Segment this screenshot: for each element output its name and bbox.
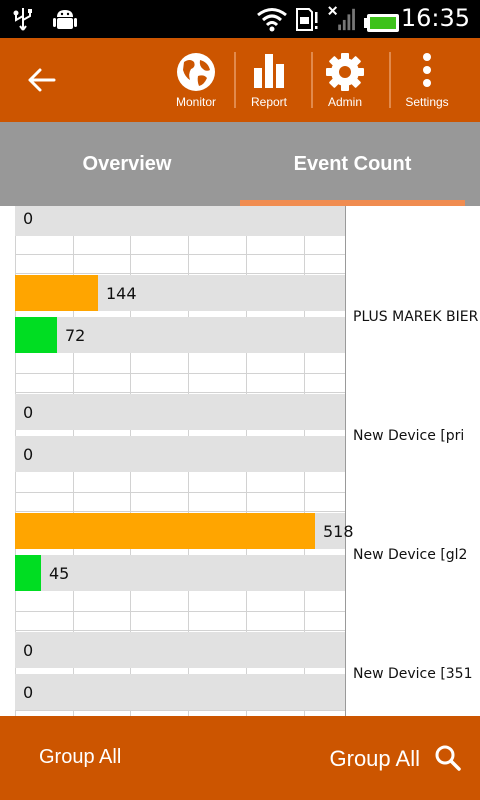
wifi-icon (257, 8, 287, 32)
status-bar: 16:35 (0, 0, 480, 38)
device-label: New Device [pri (353, 428, 465, 444)
gear-icon (326, 53, 364, 91)
more-vert-icon (423, 53, 431, 87)
device-label: New Device [351 (353, 666, 473, 682)
bar-value-label: 518 (323, 522, 354, 541)
bar-value-label: 0 (23, 403, 34, 422)
bar-orange[interactable] (15, 275, 98, 311)
event-count-chart[interactable]: 0 144 72 0 0 518 45 0 0 PLUS MAREK BIER New Devi… (0, 206, 480, 716)
bar-value-label: 0 (23, 209, 34, 228)
bar-track (15, 436, 345, 472)
android-debug-icon (53, 10, 77, 29)
tab-overview[interactable]: Overview (0, 122, 254, 206)
bar-track (15, 394, 345, 430)
tab-bar: Overview Event Count (0, 122, 480, 206)
report-button[interactable]: Report (231, 38, 307, 122)
bar-track (15, 206, 345, 236)
back-arrow-icon[interactable] (18, 60, 68, 100)
globe-icon (177, 53, 215, 91)
bar-orange[interactable] (15, 513, 315, 549)
bar-track (15, 632, 345, 668)
settings-button[interactable]: Settings (389, 38, 465, 122)
bar-green[interactable] (15, 555, 41, 591)
bar-chart-icon (254, 54, 284, 88)
bar-value-label: 0 (23, 445, 34, 464)
monitor-button[interactable]: Monitor (158, 38, 234, 122)
bar-value-label: 72 (65, 326, 86, 345)
bar-value-label: 0 (23, 683, 34, 702)
bar-value-label: 45 (49, 564, 70, 583)
bar-value-label: 0 (23, 641, 34, 660)
chart-axis-line (345, 206, 346, 716)
group-all-right-button[interactable]: Group All (330, 746, 421, 772)
battery-icon (364, 14, 399, 32)
device-label: PLUS MAREK BIER (353, 309, 479, 325)
bottom-bar: Group All Group All (0, 716, 480, 800)
no-signal-icon (328, 6, 355, 31)
usb-icon (13, 8, 32, 31)
monitor-label: Monitor (175, 95, 216, 109)
bar-value-label: 144 (106, 284, 137, 303)
admin-button[interactable]: Admin (307, 38, 383, 122)
bar-track (15, 674, 345, 710)
tab-event-count[interactable]: Event Count (240, 122, 465, 206)
bar-green[interactable] (15, 317, 57, 353)
clock: 16:35 (400, 4, 470, 32)
action-bar: Monitor Report Admin Settings (0, 38, 480, 122)
sd-card-warning-icon (296, 8, 318, 31)
device-label: New Device [gl2 (353, 547, 468, 563)
admin-label: Admin (327, 95, 362, 109)
settings-label: Settings (405, 95, 449, 109)
search-icon[interactable] (434, 744, 462, 772)
report-label: Report (250, 95, 288, 109)
group-all-left-button[interactable]: Group All (39, 746, 121, 769)
